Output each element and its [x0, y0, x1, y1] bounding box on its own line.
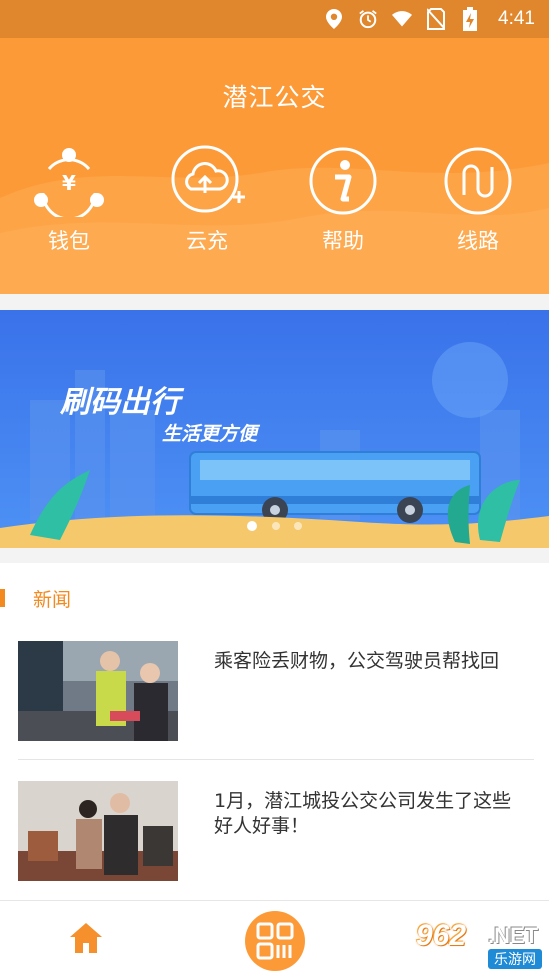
watermark-number: 962 — [416, 919, 467, 952]
wifi-icon — [392, 9, 413, 29]
bottom-nav: 962 .NET 乐游网 — [0, 900, 549, 976]
news-item[interactable]: 1月，潜江城投公交公司发生了这些好人好事！ — [18, 781, 534, 881]
watermark-suffix: .NET — [488, 923, 539, 948]
qr-scan-icon — [256, 922, 294, 960]
banner-subtitle: 生活更方便 — [162, 423, 261, 445]
route-icon — [444, 147, 512, 215]
news-item-title: 乘客险丢财物，公交驾驶员帮找回 — [214, 650, 500, 672]
news-accent-bar — [0, 589, 5, 607]
news-item[interactable]: 乘客险丢财物，公交驾驶员帮找回 — [18, 641, 534, 741]
banner-text-layer: 刷码出行 生活更方便 — [59, 385, 302, 531]
carousel-dot — [272, 522, 280, 530]
help-label: 帮助 — [322, 229, 364, 253]
app-title: 潜江公交 — [222, 83, 327, 112]
route-label: 线路 — [457, 229, 499, 253]
home-icon — [70, 923, 102, 953]
watermark-site: 乐游网 — [488, 949, 542, 969]
wallet-label: 钱包 — [48, 229, 90, 253]
qr-scan-button[interactable] — [245, 911, 305, 971]
help-button[interactable]: 帮助 — [293, 145, 393, 255]
wallet-button[interactable]: ¥ 钱包 — [19, 145, 119, 255]
cloud-recharge-icon — [171, 145, 245, 213]
news-item-title: 1月，潜江城投公交公司发生了这些好人好事！ — [214, 790, 512, 837]
info-icon — [309, 147, 377, 215]
news-section: 新闻 乘客险丢财物，公交驾驶员帮找回 1月，潜江城投公交公司发生了这些好人好事！ — [0, 563, 549, 900]
news-header: 新闻 — [0, 583, 71, 613]
no-sim-icon — [426, 8, 446, 30]
carousel-dot-active — [247, 521, 257, 531]
carousel-dot — [294, 522, 302, 530]
home-tab[interactable] — [68, 921, 104, 959]
news-section-title: 新闻 — [33, 588, 72, 611]
status-bar: 4:41 — [0, 0, 549, 38]
news-thumbnail — [18, 781, 178, 881]
news-thumbnail — [18, 641, 178, 741]
route-button[interactable]: 线路 — [428, 145, 528, 255]
location-icon — [324, 9, 344, 29]
svg-text:¥: ¥ — [62, 171, 76, 195]
battery-charging-icon — [460, 7, 480, 31]
alarm-icon — [358, 9, 378, 29]
promo-banner[interactable]: 刷码出行 生活更方便 — [0, 310, 549, 548]
cloud-recharge-button[interactable]: 云充 — [157, 145, 257, 255]
header: 潜江公交 ¥ 钱包 云充 帮助 线路 — [0, 38, 549, 294]
wallet-yuan-icon: ¥ — [34, 148, 104, 217]
site-watermark: 962 .NET 乐游网 — [408, 917, 542, 973]
status-time: 4:41 — [498, 8, 535, 29]
cloud-recharge-label: 云充 — [186, 229, 228, 253]
news-divider — [18, 759, 534, 760]
banner-title: 刷码出行 — [59, 385, 185, 420]
